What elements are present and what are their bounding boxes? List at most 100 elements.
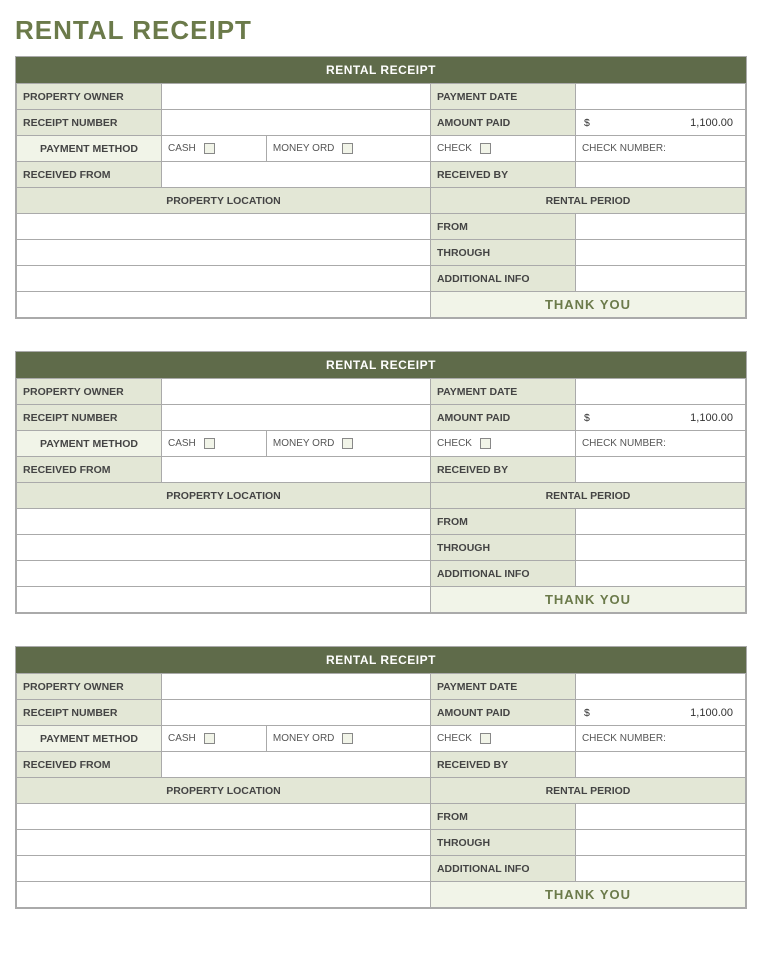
option-money-order[interactable]: MONEY ORD xyxy=(266,726,430,752)
label-check-number[interactable]: CHECK NUMBER: xyxy=(575,431,745,457)
subheader-rental-period: RENTAL PERIOD xyxy=(430,778,745,804)
value-property-location-3[interactable] xyxy=(17,266,431,292)
value-receipt-number[interactable] xyxy=(162,405,431,431)
value-property-location-2[interactable] xyxy=(17,535,431,561)
label-received-from: RECEIVED FROM xyxy=(17,457,162,483)
value-amount-paid[interactable]: $ 1,100.00 xyxy=(575,700,745,726)
rental-receipt: RENTAL RECEIPT PROPERTY OWNER PAYMENT DA… xyxy=(15,56,747,319)
value-received-by[interactable] xyxy=(575,457,745,483)
value-property-owner[interactable] xyxy=(162,84,431,110)
value-property-location-3[interactable] xyxy=(17,561,431,587)
value-received-from[interactable] xyxy=(162,457,431,483)
label-additional-info: ADDITIONAL INFO xyxy=(430,561,575,587)
rental-receipt: RENTAL RECEIPT PROPERTY OWNER PAYMENT DA… xyxy=(15,351,747,614)
checkbox-icon[interactable] xyxy=(480,733,491,744)
label-payment-method: PAYMENT METHOD xyxy=(17,431,162,457)
value-property-location-1[interactable] xyxy=(17,804,431,830)
value-property-owner[interactable] xyxy=(162,674,431,700)
value-property-location-2[interactable] xyxy=(17,830,431,856)
value-received-from[interactable] xyxy=(162,752,431,778)
value-payment-date[interactable] xyxy=(575,674,745,700)
label-amount-paid: AMOUNT PAID xyxy=(430,110,575,136)
label-payment-date: PAYMENT DATE xyxy=(430,379,575,405)
value-from[interactable] xyxy=(575,214,745,240)
thank-you: THANK YOU xyxy=(430,587,745,613)
value-received-by[interactable] xyxy=(575,752,745,778)
label-received-by: RECEIVED BY xyxy=(430,457,575,483)
label-from: FROM xyxy=(430,804,575,830)
subheader-rental-period: RENTAL PERIOD xyxy=(430,483,745,509)
label-through: THROUGH xyxy=(430,535,575,561)
checkbox-icon[interactable] xyxy=(204,438,215,449)
checkbox-icon[interactable] xyxy=(342,438,353,449)
value-through[interactable] xyxy=(575,830,745,856)
label-received-by: RECEIVED BY xyxy=(430,162,575,188)
value-receipt-number[interactable] xyxy=(162,110,431,136)
option-check[interactable]: CHECK xyxy=(430,431,575,457)
label-receipt-number: RECEIPT NUMBER xyxy=(17,405,162,431)
amount-value: 1,100.00 xyxy=(582,412,739,424)
value-property-owner[interactable] xyxy=(162,379,431,405)
value-property-location-3[interactable] xyxy=(17,856,431,882)
option-cash[interactable]: CASH xyxy=(162,431,267,457)
checkbox-icon[interactable] xyxy=(204,143,215,154)
label-amount-paid: AMOUNT PAID xyxy=(430,700,575,726)
currency-symbol: $ xyxy=(584,707,590,719)
value-through[interactable] xyxy=(575,240,745,266)
value-additional-info[interactable] xyxy=(575,561,745,587)
label-amount-paid: AMOUNT PAID xyxy=(430,405,575,431)
value-from[interactable] xyxy=(575,509,745,535)
thank-you: THANK YOU xyxy=(430,292,745,318)
checkbox-icon[interactable] xyxy=(342,733,353,744)
value-from[interactable] xyxy=(575,804,745,830)
label-check-number[interactable]: CHECK NUMBER: xyxy=(575,726,745,752)
label-payment-date: PAYMENT DATE xyxy=(430,674,575,700)
label-additional-info: ADDITIONAL INFO xyxy=(430,856,575,882)
label-through: THROUGH xyxy=(430,830,575,856)
value-receipt-number[interactable] xyxy=(162,700,431,726)
option-money-order[interactable]: MONEY ORD xyxy=(266,136,430,162)
value-received-by[interactable] xyxy=(575,162,745,188)
value-property-location-4[interactable] xyxy=(17,292,431,318)
value-payment-date[interactable] xyxy=(575,379,745,405)
label-received-by: RECEIVED BY xyxy=(430,752,575,778)
label-through: THROUGH xyxy=(430,240,575,266)
label-receipt-number: RECEIPT NUMBER xyxy=(17,110,162,136)
value-additional-info[interactable] xyxy=(575,856,745,882)
label-property-owner: PROPERTY OWNER xyxy=(17,674,162,700)
label-check-number[interactable]: CHECK NUMBER: xyxy=(575,136,745,162)
rental-receipt: RENTAL RECEIPT PROPERTY OWNER PAYMENT DA… xyxy=(15,646,747,909)
value-property-location-1[interactable] xyxy=(17,509,431,535)
value-payment-date[interactable] xyxy=(575,84,745,110)
value-property-location-4[interactable] xyxy=(17,882,431,908)
option-check[interactable]: CHECK xyxy=(430,726,575,752)
option-cash[interactable]: CASH xyxy=(162,726,267,752)
value-amount-paid[interactable]: $ 1,100.00 xyxy=(575,405,745,431)
subheader-property-location: PROPERTY LOCATION xyxy=(17,483,431,509)
label-received-from: RECEIVED FROM xyxy=(17,162,162,188)
label-payment-method: PAYMENT METHOD xyxy=(17,136,162,162)
label-property-owner: PROPERTY OWNER xyxy=(17,379,162,405)
label-receipt-number: RECEIPT NUMBER xyxy=(17,700,162,726)
checkbox-icon[interactable] xyxy=(480,143,491,154)
value-additional-info[interactable] xyxy=(575,266,745,292)
value-property-location-4[interactable] xyxy=(17,587,431,613)
receipt-header: RENTAL RECEIPT xyxy=(16,57,746,83)
label-received-from: RECEIVED FROM xyxy=(17,752,162,778)
value-property-location-1[interactable] xyxy=(17,214,431,240)
value-through[interactable] xyxy=(575,535,745,561)
label-additional-info: ADDITIONAL INFO xyxy=(430,266,575,292)
option-check[interactable]: CHECK xyxy=(430,136,575,162)
subheader-property-location: PROPERTY LOCATION xyxy=(17,778,431,804)
option-cash[interactable]: CASH xyxy=(162,136,267,162)
value-received-from[interactable] xyxy=(162,162,431,188)
currency-symbol: $ xyxy=(584,117,590,129)
checkbox-icon[interactable] xyxy=(480,438,491,449)
value-amount-paid[interactable]: $ 1,100.00 xyxy=(575,110,745,136)
option-money-order[interactable]: MONEY ORD xyxy=(266,431,430,457)
checkbox-icon[interactable] xyxy=(204,733,215,744)
currency-symbol: $ xyxy=(584,412,590,424)
checkbox-icon[interactable] xyxy=(342,143,353,154)
label-from: FROM xyxy=(430,509,575,535)
value-property-location-2[interactable] xyxy=(17,240,431,266)
